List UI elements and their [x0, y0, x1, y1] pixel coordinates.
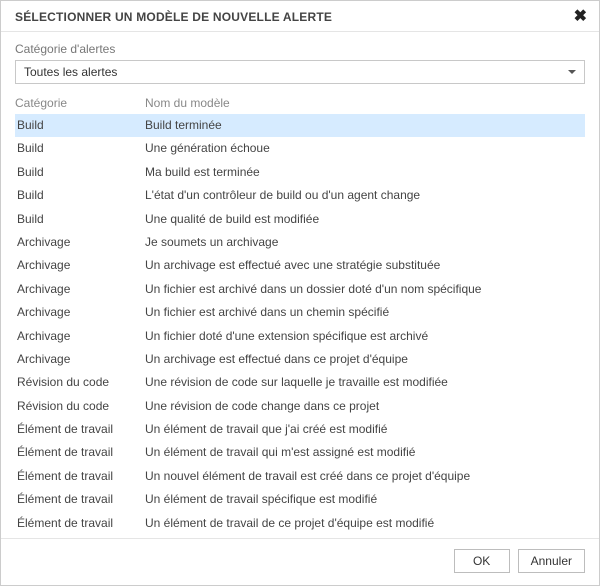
- template-row-name: Un fichier est archivé dans un chemin sp…: [145, 304, 585, 321]
- template-row-category: Révision du code: [15, 398, 145, 415]
- template-row[interactable]: BuildUne qualité de build est modifiée: [15, 208, 585, 231]
- template-row-name: Je soumets un archivage: [145, 234, 585, 251]
- template-row-name: Une révision de code sur laquelle je tra…: [145, 374, 585, 391]
- template-row[interactable]: ArchivageUn fichier est archivé dans un …: [15, 278, 585, 301]
- template-row[interactable]: Élément de travailUn élément de travail …: [15, 512, 585, 534]
- chevron-down-icon: [568, 70, 576, 74]
- cancel-button[interactable]: Annuler: [518, 549, 585, 573]
- template-row[interactable]: Élément de travailUn élément de travail …: [15, 488, 585, 511]
- category-filter-dropdown[interactable]: Toutes les alertes: [15, 60, 585, 84]
- new-alert-template-dialog: SÉLECTIONNER UN MODÈLE DE NOUVELLE ALERT…: [0, 0, 600, 586]
- template-row[interactable]: BuildMa build est terminée: [15, 161, 585, 184]
- template-row[interactable]: BuildL'état d'un contrôleur de build ou …: [15, 184, 585, 207]
- template-row-category: Archivage: [15, 351, 145, 368]
- template-row[interactable]: Élément de travailUn élément de travail …: [15, 441, 585, 464]
- template-row-name: Un archivage est effectué dans ce projet…: [145, 351, 585, 368]
- template-row[interactable]: Élément de travailUn nouvel élément de t…: [15, 465, 585, 488]
- template-row-category: Révision du code: [15, 374, 145, 391]
- template-row[interactable]: BuildBuild terminée: [15, 114, 585, 137]
- template-row-name: Un fichier est archivé dans un dossier d…: [145, 281, 585, 298]
- template-row-category: Build: [15, 211, 145, 228]
- template-row[interactable]: ArchivageUn fichier doté d'une extension…: [15, 325, 585, 348]
- template-row-name: Un archivage est effectué avec une strat…: [145, 257, 585, 274]
- category-filter-value: Toutes les alertes: [24, 65, 117, 79]
- close-icon[interactable]: ✖: [572, 9, 589, 25]
- template-row-category: Archivage: [15, 304, 145, 321]
- template-row-category: Build: [15, 187, 145, 204]
- template-list: BuildBuild terminéeBuildUne génération é…: [15, 114, 585, 534]
- template-row[interactable]: ArchivageUn archivage est effectué dans …: [15, 348, 585, 371]
- template-row-name: Un élément de travail que j'ai créé est …: [145, 421, 585, 438]
- dialog-title: SÉLECTIONNER UN MODÈLE DE NOUVELLE ALERT…: [15, 10, 332, 24]
- template-row-category: Élément de travail: [15, 491, 145, 508]
- column-header-template: Nom du modèle: [145, 96, 585, 110]
- dialog-footer: OK Annuler: [1, 538, 599, 585]
- template-row[interactable]: Révision du codeUne révision de code cha…: [15, 395, 585, 418]
- template-row[interactable]: ArchivageUn archivage est effectué avec …: [15, 254, 585, 277]
- template-row-category: Archivage: [15, 257, 145, 274]
- template-row-category: Élément de travail: [15, 515, 145, 532]
- template-row-category: Élément de travail: [15, 421, 145, 438]
- template-row-name: Une révision de code change dans ce proj…: [145, 398, 585, 415]
- template-row-name: Une qualité de build est modifiée: [145, 211, 585, 228]
- template-row-name: L'état d'un contrôleur de build ou d'un …: [145, 187, 585, 204]
- template-row-name: Un nouvel élément de travail est créé da…: [145, 468, 585, 485]
- template-row-name: Build terminée: [145, 117, 585, 134]
- dialog-body: Catégorie d'alertes Toutes les alertes C…: [1, 32, 599, 538]
- template-row-category: Build: [15, 164, 145, 181]
- template-row-name: Un élément de travail spécifique est mod…: [145, 491, 585, 508]
- template-row[interactable]: Élément de travailUn élément de travail …: [15, 418, 585, 441]
- template-row-category: Build: [15, 117, 145, 134]
- template-row-category: Archivage: [15, 328, 145, 345]
- template-row-category: Élément de travail: [15, 468, 145, 485]
- category-filter-label: Catégorie d'alertes: [15, 42, 585, 56]
- template-row-name: Ma build est terminée: [145, 164, 585, 181]
- template-row-name: Une génération échoue: [145, 140, 585, 157]
- template-row-name: Un élément de travail de ce projet d'équ…: [145, 515, 585, 532]
- template-row[interactable]: BuildUne génération échoue: [15, 137, 585, 160]
- template-row[interactable]: ArchivageJe soumets un archivage: [15, 231, 585, 254]
- column-header-category: Catégorie: [15, 96, 145, 110]
- template-row-category: Archivage: [15, 281, 145, 298]
- template-row-category: Archivage: [15, 234, 145, 251]
- titlebar: SÉLECTIONNER UN MODÈLE DE NOUVELLE ALERT…: [1, 1, 599, 32]
- template-row[interactable]: Révision du codeUne révision de code sur…: [15, 371, 585, 394]
- template-row-name: Un fichier doté d'une extension spécifiq…: [145, 328, 585, 345]
- ok-button[interactable]: OK: [454, 549, 510, 573]
- template-row-category: Élément de travail: [15, 444, 145, 461]
- template-row-category: Build: [15, 140, 145, 157]
- template-table-header: Catégorie Nom du modèle: [15, 94, 585, 114]
- template-row-name: Un élément de travail qui m'est assigné …: [145, 444, 585, 461]
- template-row[interactable]: ArchivageUn fichier est archivé dans un …: [15, 301, 585, 324]
